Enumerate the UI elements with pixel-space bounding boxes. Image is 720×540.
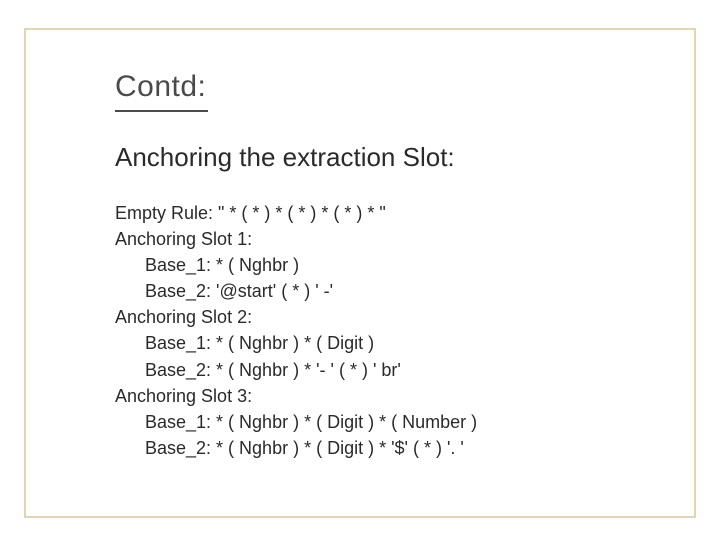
body-line: Empty Rule: " * ( * ) * ( * ) * ( * ) * … bbox=[115, 203, 386, 223]
body-line-indent: Base_2: '@start' ( * ) ' -' bbox=[115, 278, 333, 304]
body-line-indent: Base_1: * ( Nghbr ) * ( Digit ) * ( Numb… bbox=[115, 409, 477, 435]
body-line-indent: Base_1: * ( Nghbr ) bbox=[115, 252, 299, 278]
body-line: Anchoring Slot 2: bbox=[115, 307, 252, 327]
body-line: Anchoring Slot 1: bbox=[115, 229, 252, 249]
body-line: Anchoring Slot 3: bbox=[115, 386, 252, 406]
slide-body: Empty Rule: " * ( * ) * ( * ) * ( * ) * … bbox=[115, 200, 477, 461]
slide-subtitle: Anchoring the extraction Slot: bbox=[115, 142, 455, 173]
body-line-indent: Base_2: * ( Nghbr ) * '- ' ( * ) ' br' bbox=[115, 357, 401, 383]
slide: Contd: Anchoring the extraction Slot: Em… bbox=[0, 0, 720, 540]
title-underline bbox=[115, 110, 208, 112]
body-line-indent: Base_2: * ( Nghbr ) * ( Digit ) * '$' ( … bbox=[115, 435, 464, 461]
slide-title: Contd: bbox=[115, 70, 206, 104]
body-line-indent: Base_1: * ( Nghbr ) * ( Digit ) bbox=[115, 330, 374, 356]
